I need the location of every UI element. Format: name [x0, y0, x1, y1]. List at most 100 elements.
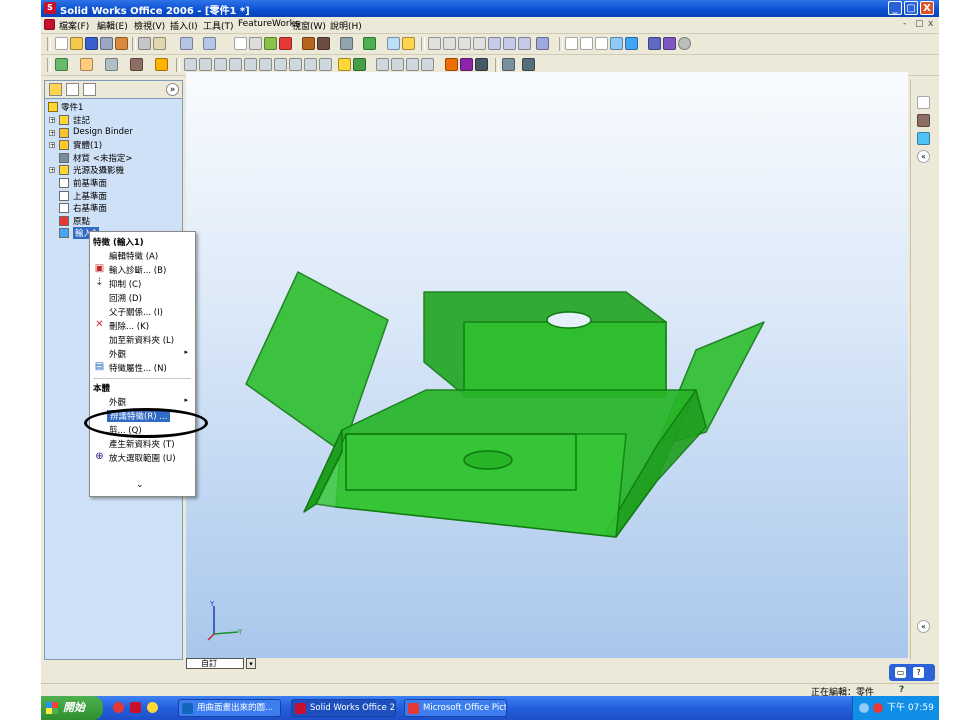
open-icon[interactable] — [70, 37, 83, 50]
more-options-chevron-icon[interactable]: ⌄ — [136, 480, 144, 490]
maximize-button[interactable]: ▢ — [904, 1, 918, 15]
taskbar-item-solidworks[interactable]: Solid Works Office 20... — [291, 699, 396, 717]
shape-icon[interactable] — [406, 58, 419, 71]
tree-item[interactable]: 材質 <未指定> — [45, 152, 182, 164]
collapse-pane-icon[interactable]: « — [917, 150, 930, 163]
mirror-icon[interactable] — [353, 58, 366, 71]
box-model[interactable] — [245, 271, 765, 538]
grid-icon[interactable] — [302, 37, 315, 50]
zoom-area-icon[interactable] — [443, 37, 456, 50]
top-hole[interactable] — [546, 311, 592, 329]
toolbar-grip[interactable] — [47, 37, 51, 51]
zoom-in-out-icon[interactable] — [458, 37, 471, 50]
tree-item[interactable]: 上基準面 — [45, 190, 182, 202]
undo-icon[interactable] — [180, 37, 193, 50]
hidden-lines-removed-icon[interactable] — [595, 37, 608, 50]
doc-restore-button[interactable]: ▢ — [915, 19, 924, 29]
options-icon[interactable] — [363, 37, 376, 50]
close-button[interactable]: X — [920, 1, 934, 15]
zoom-fit-icon[interactable] — [428, 37, 441, 50]
instant3d-icon[interactable] — [475, 58, 488, 71]
design-library-icon[interactable] — [917, 114, 930, 127]
menu-insert[interactable]: 插入(I) — [170, 19, 198, 32]
rotate-icon[interactable] — [488, 37, 501, 50]
context-menu-item[interactable]: 回溯 (D) — [90, 291, 194, 304]
section-view-icon[interactable] — [648, 37, 661, 50]
expand-toggle-icon[interactable]: + — [49, 142, 55, 149]
reference-geometry-icon[interactable] — [130, 58, 143, 71]
menu-file[interactable]: 檔案(F) — [59, 19, 89, 32]
toolbar-grip[interactable] — [47, 58, 51, 72]
help-icon[interactable] — [387, 37, 400, 50]
bottom-hole[interactable] — [463, 450, 513, 470]
file-explorer-icon[interactable] — [917, 132, 930, 145]
start-button[interactable]: 開始 — [41, 696, 103, 720]
property-manager-tab-icon[interactable] — [66, 83, 79, 96]
configuration-tab-icon[interactable] — [83, 83, 96, 96]
menu-window[interactable]: 視窗(W) — [292, 19, 326, 32]
taskbar-item-image[interactable]: 用曲面畫出來的圖... — [178, 699, 281, 717]
context-menu-item[interactable]: 編輯特徵 (A) — [90, 249, 194, 262]
cut-extrude-icon[interactable] — [244, 58, 257, 71]
realview-icon[interactable] — [678, 37, 691, 50]
context-menu-item[interactable]: ▤ 特徵屬性... (N) — [90, 361, 194, 375]
context-menu-item[interactable]: ⊕ 放大選取範圍 (U) — [90, 451, 194, 465]
hidden-lines-visible-icon[interactable] — [580, 37, 593, 50]
back-wall-face[interactable] — [463, 321, 667, 398]
draft-icon[interactable] — [319, 58, 332, 71]
rebuild-icon[interactable] — [264, 37, 277, 50]
doc-minimize-button[interactable]: - — [903, 19, 906, 29]
context-menu-item[interactable]: ⇣ 抑制 (C) — [90, 277, 194, 291]
roll-icon[interactable] — [518, 37, 531, 50]
menu-view[interactable]: 檢視(V) — [134, 19, 165, 32]
context-menu-item[interactable]: 辨識特徵(R) ... — [90, 409, 194, 422]
new-icon[interactable] — [55, 37, 68, 50]
featureworks-icon[interactable] — [445, 58, 458, 71]
menu-edit[interactable]: 編輯(E) — [97, 19, 128, 32]
view-tab-dropdown[interactable]: ▾ — [246, 658, 256, 669]
expand-pane-icon[interactable]: « — [917, 620, 930, 633]
toolbar-options-icon[interactable] — [522, 58, 535, 71]
select-filter-icon[interactable] — [249, 37, 262, 50]
context-menu-item[interactable]: 加至新資料夾 (L) — [90, 333, 194, 346]
hole-wizard-icon[interactable] — [376, 58, 389, 71]
chamfer-icon[interactable] — [274, 58, 287, 71]
shaded-edges-icon[interactable] — [610, 37, 623, 50]
context-menu-item[interactable]: 外觀 ▸ — [90, 347, 194, 360]
front-wall[interactable] — [315, 433, 627, 538]
menu-tools[interactable]: 工具(T) — [203, 19, 234, 32]
recognize-features-icon[interactable] — [460, 58, 473, 71]
view-orientation-icon[interactable] — [536, 37, 549, 50]
context-menu-item[interactable]: ▣ 輸入診斷... (B) — [90, 263, 194, 277]
view-tab-custom[interactable]: 自訂 — [186, 658, 244, 669]
deform-icon[interactable] — [421, 58, 434, 71]
zoom-selection-icon[interactable] — [473, 37, 486, 50]
context-menu-item[interactable]: 父子關係... (I) — [90, 305, 194, 318]
select-icon[interactable] — [234, 37, 247, 50]
expand-panel-icon[interactable]: » — [166, 83, 179, 96]
pan-icon[interactable] — [503, 37, 516, 50]
tree-item[interactable]: + 註記 — [45, 114, 182, 126]
smart-dimension-icon[interactable] — [80, 58, 93, 71]
clock[interactable]: 下午 07:59 — [887, 696, 934, 720]
rib-icon[interactable] — [304, 58, 317, 71]
relations-icon[interactable] — [105, 58, 118, 71]
tree-item[interactable]: 原點 — [45, 215, 182, 227]
revolve-icon[interactable] — [199, 58, 212, 71]
solidworks-icon[interactable]: S — [44, 2, 56, 14]
pattern-icon[interactable] — [338, 58, 351, 71]
pane-help-icon[interactable]: ? — [913, 667, 924, 678]
layout-icon[interactable] — [502, 58, 515, 71]
taskbar-item-picture-manager[interactable]: Microsoft Office Pictur... — [404, 699, 507, 717]
loft-icon[interactable] — [229, 58, 242, 71]
quicklaunch-browser-icon[interactable] — [113, 702, 124, 713]
context-menu-item[interactable]: 剪... (Q) — [90, 423, 194, 436]
context-menu-item[interactable]: ✕ 刪除... (K) — [90, 319, 194, 333]
sketch-icon[interactable] — [340, 37, 353, 50]
home-icon[interactable] — [917, 96, 930, 109]
model-view[interactable] — [186, 72, 908, 658]
expand-toggle-icon[interactable]: + — [49, 129, 55, 136]
minimize-button[interactable]: _ — [888, 1, 902, 15]
color-icon[interactable] — [317, 37, 330, 50]
save-icon[interactable] — [85, 37, 98, 50]
